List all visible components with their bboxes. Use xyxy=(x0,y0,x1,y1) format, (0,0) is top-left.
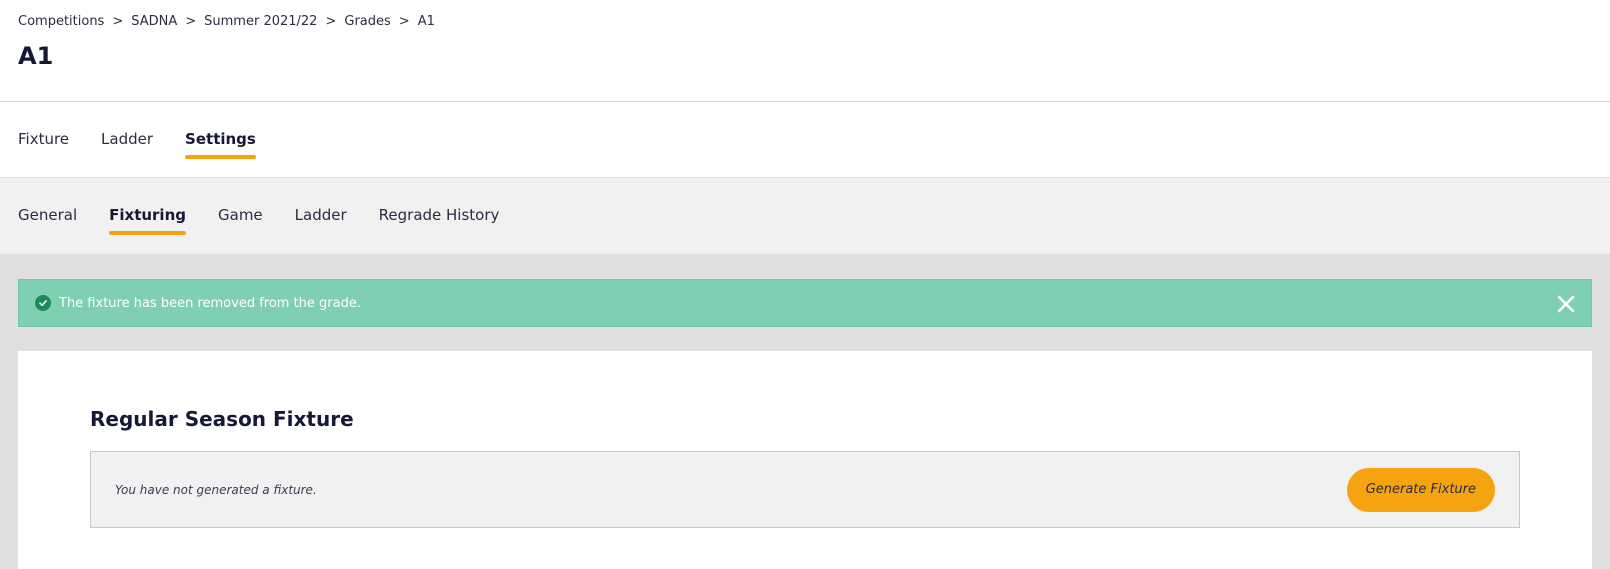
breadcrumb-competitions[interactable]: Competitions xyxy=(18,14,104,29)
tab-ladder[interactable]: Ladder xyxy=(101,130,153,150)
breadcrumb-separator: > xyxy=(112,14,124,29)
check-circle-icon xyxy=(35,295,51,311)
subtab-ladder[interactable]: Ladder xyxy=(295,206,347,226)
subtab-general[interactable]: General xyxy=(18,206,77,226)
section-title: Regular Season Fixture xyxy=(90,407,354,431)
subtab-fixturing[interactable]: Fixturing xyxy=(109,206,186,235)
subtab-regrade-history[interactable]: Regrade History xyxy=(379,206,500,226)
breadcrumb-separator: > xyxy=(185,14,197,29)
breadcrumb-separator: > xyxy=(325,14,337,29)
breadcrumb-season[interactable]: Summer 2021/22 xyxy=(204,14,317,29)
close-icon[interactable] xyxy=(1555,293,1577,315)
content-area: The fixture has been removed from the gr… xyxy=(0,254,1610,569)
breadcrumb-grades[interactable]: Grades xyxy=(344,14,390,29)
page-header: Competitions > SADNA > Summer 2021/22 > … xyxy=(0,0,1610,102)
tab-settings[interactable]: Settings xyxy=(185,130,256,159)
subtab-game[interactable]: Game xyxy=(218,206,263,226)
fixture-empty-state: You have not generated a fixture. Genera… xyxy=(90,451,1520,528)
breadcrumb-sadna[interactable]: SADNA xyxy=(131,14,177,29)
success-alert: The fixture has been removed from the gr… xyxy=(18,279,1592,327)
main-tabs: Fixture Ladder Settings xyxy=(0,102,1610,178)
page-title: A1 xyxy=(18,42,54,70)
empty-message: You have not generated a fixture. xyxy=(115,482,317,497)
generate-fixture-button[interactable]: Generate Fixture xyxy=(1346,467,1495,512)
breadcrumb-separator: > xyxy=(398,14,410,29)
breadcrumb: Competitions > SADNA > Summer 2021/22 > … xyxy=(18,14,435,29)
settings-sub-tabs: General Fixturing Game Ladder Regrade Hi… xyxy=(0,178,1610,254)
fixture-card: Regular Season Fixture You have not gene… xyxy=(18,351,1592,569)
breadcrumb-current: A1 xyxy=(417,14,435,29)
tab-fixture[interactable]: Fixture xyxy=(18,130,69,150)
alert-message: The fixture has been removed from the gr… xyxy=(59,295,361,311)
